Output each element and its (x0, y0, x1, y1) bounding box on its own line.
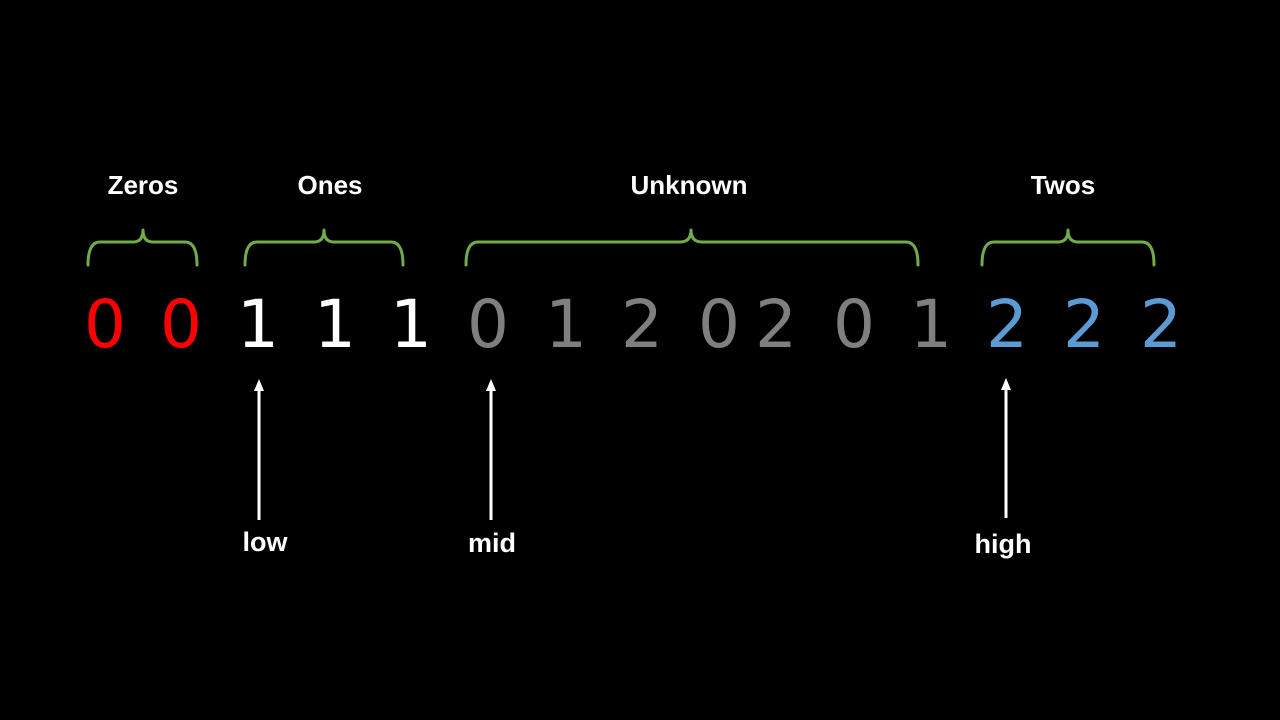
arrow-mid-head (486, 379, 496, 391)
array-cell-4: 1 (390, 286, 432, 363)
array-cell-3: 1 (314, 286, 356, 363)
array-cell-9: 2 (755, 286, 797, 363)
array-cell-6: 1 (545, 286, 587, 363)
array-cell-10: 0 (833, 286, 875, 363)
array-cell-8: 0 (698, 286, 740, 363)
arrow-low-head (254, 379, 264, 391)
array-cell-12: 2 (986, 286, 1028, 363)
brace-twos (980, 228, 1156, 267)
pointer-label-low: low (242, 527, 288, 557)
arrow-high-head (1001, 378, 1011, 390)
dutch-flag-diagram: Zeros Ones Unknown Twos 0 0 1 1 1 0 1 2 … (0, 0, 1280, 720)
array-cell-14: 2 (1140, 286, 1182, 363)
array-cell-2: 1 (237, 286, 279, 363)
pointer-label-high: high (974, 529, 1032, 559)
brace-zeros (86, 228, 199, 267)
array-cell-5: 0 (467, 286, 509, 363)
brace-unknown (464, 228, 920, 267)
array-cell-7: 2 (621, 286, 663, 363)
brace-ones (243, 228, 405, 267)
array-cell-13: 2 (1063, 286, 1105, 363)
array-cell-0: 0 (84, 286, 126, 363)
array-cell-11: 1 (910, 286, 952, 363)
pointer-label-mid: mid (467, 528, 517, 558)
array-cell-1: 0 (160, 286, 202, 363)
